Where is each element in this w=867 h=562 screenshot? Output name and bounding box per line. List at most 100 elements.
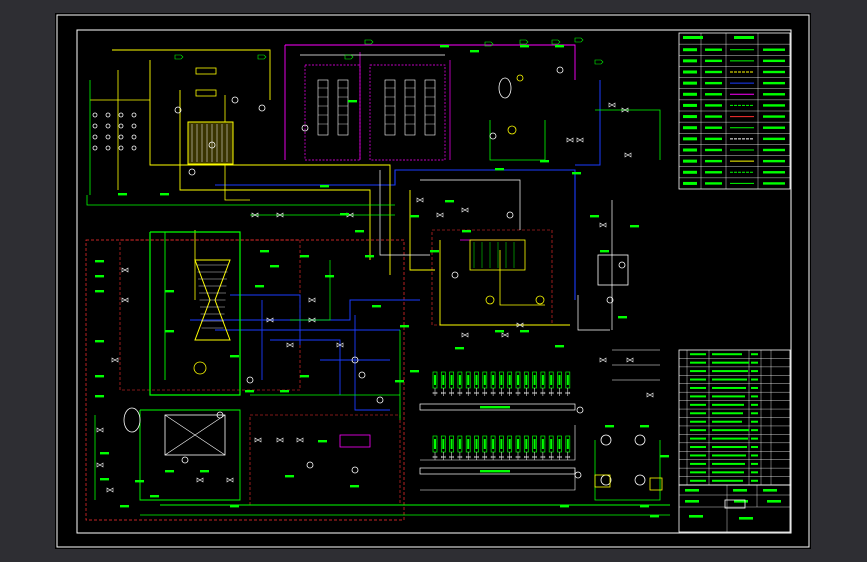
legend-symbol [683, 103, 697, 107]
legend-text-mark [763, 48, 785, 51]
bom-text-mark [751, 370, 758, 373]
bom-text-mark [712, 370, 748, 373]
green-tag [365, 255, 374, 258]
bom-text-mark [690, 437, 706, 440]
green-tag [495, 168, 504, 171]
green-tag [135, 480, 144, 483]
green-tag [95, 340, 104, 343]
bom-text-mark [712, 403, 744, 406]
bom-text-mark [690, 353, 706, 356]
title-text-mark [685, 500, 699, 503]
bom-text-mark [751, 446, 758, 449]
legend-text-mark [705, 104, 722, 107]
bom-text-mark [712, 462, 745, 465]
filter-core [434, 375, 436, 385]
bom-text-mark [690, 454, 706, 457]
green-tag [260, 250, 269, 253]
green-tag [165, 290, 174, 293]
green-tag [555, 345, 564, 348]
bom-text-mark [712, 412, 743, 415]
green-tag [410, 370, 419, 373]
bom-text-mark [751, 361, 758, 364]
green-tag [320, 185, 329, 188]
legend-text-mark [763, 171, 785, 174]
green-tag [350, 485, 359, 488]
legend-text-mark [763, 137, 785, 141]
legend-symbol [683, 70, 697, 74]
filter-core [483, 375, 486, 385]
bom-text-mark [690, 420, 706, 423]
legend-text-mark [763, 182, 785, 185]
green-tag [600, 250, 609, 253]
filter-core [550, 375, 553, 385]
filter-core [467, 439, 470, 449]
bom-text-mark [751, 479, 758, 482]
green-tag [640, 505, 649, 508]
legend-text-mark [705, 48, 722, 51]
title-text-mark [767, 500, 781, 503]
bom-text-mark [751, 403, 758, 406]
filter-core [492, 375, 495, 385]
bom-text-mark [712, 420, 742, 423]
filter-core [500, 439, 503, 449]
filter-core [533, 439, 536, 449]
green-tag [270, 265, 279, 268]
green-tag [640, 425, 649, 428]
legend-text-mark [705, 70, 722, 74]
filter-core [525, 439, 528, 449]
filter-core [458, 439, 461, 449]
green-tag [118, 193, 127, 196]
legend-symbol [683, 159, 697, 163]
green-tag [150, 495, 159, 498]
legend-text-mark [705, 81, 722, 85]
green-tag [660, 455, 669, 458]
bom-text-mark [690, 361, 706, 364]
cad-viewport[interactable] [0, 0, 867, 562]
green-tag [280, 390, 289, 393]
green-tag [618, 316, 627, 319]
filter-core [434, 439, 436, 449]
bom-text-mark [712, 361, 749, 364]
legend-symbol [683, 181, 697, 185]
green-tag [590, 215, 599, 218]
filter-core [442, 439, 445, 449]
filter-core [541, 439, 544, 449]
legend-text-mark [763, 159, 785, 163]
bom-text-mark [751, 386, 758, 389]
legend-text-mark [705, 159, 722, 163]
legend-text-mark [705, 148, 722, 152]
bom-text-mark [712, 479, 743, 482]
filter-core [558, 375, 561, 385]
green-tag [95, 290, 104, 293]
bom-text-mark [690, 378, 706, 381]
legend-symbol [683, 170, 697, 174]
filter-core [566, 375, 569, 385]
bom-text-mark [690, 403, 706, 406]
green-tag [555, 45, 564, 48]
legend-text-mark [763, 81, 785, 85]
green-tag [95, 275, 104, 278]
bom-text-mark [751, 420, 758, 423]
green-tag [300, 255, 309, 258]
bom-text-mark [690, 446, 706, 449]
legend-text-mark [763, 115, 785, 118]
legend-text-mark [763, 93, 785, 96]
legend-symbol [683, 148, 697, 152]
filter-core [458, 375, 461, 385]
legend-text-mark [705, 182, 722, 185]
filter-core [508, 375, 511, 385]
green-tag [165, 330, 174, 333]
green-tag [120, 505, 129, 508]
bom-text-mark [690, 471, 706, 474]
legend-text-mark [763, 126, 785, 129]
legend-symbol [683, 59, 697, 63]
legend-text-mark [705, 93, 722, 96]
bom-text-mark [751, 412, 758, 415]
legend-symbol [683, 48, 697, 52]
filter-core [450, 375, 453, 385]
green-tag [340, 213, 349, 216]
green-tag [470, 50, 479, 53]
filter-core [500, 375, 503, 385]
legend-symbol [683, 126, 697, 130]
bom-text-mark [751, 437, 758, 440]
